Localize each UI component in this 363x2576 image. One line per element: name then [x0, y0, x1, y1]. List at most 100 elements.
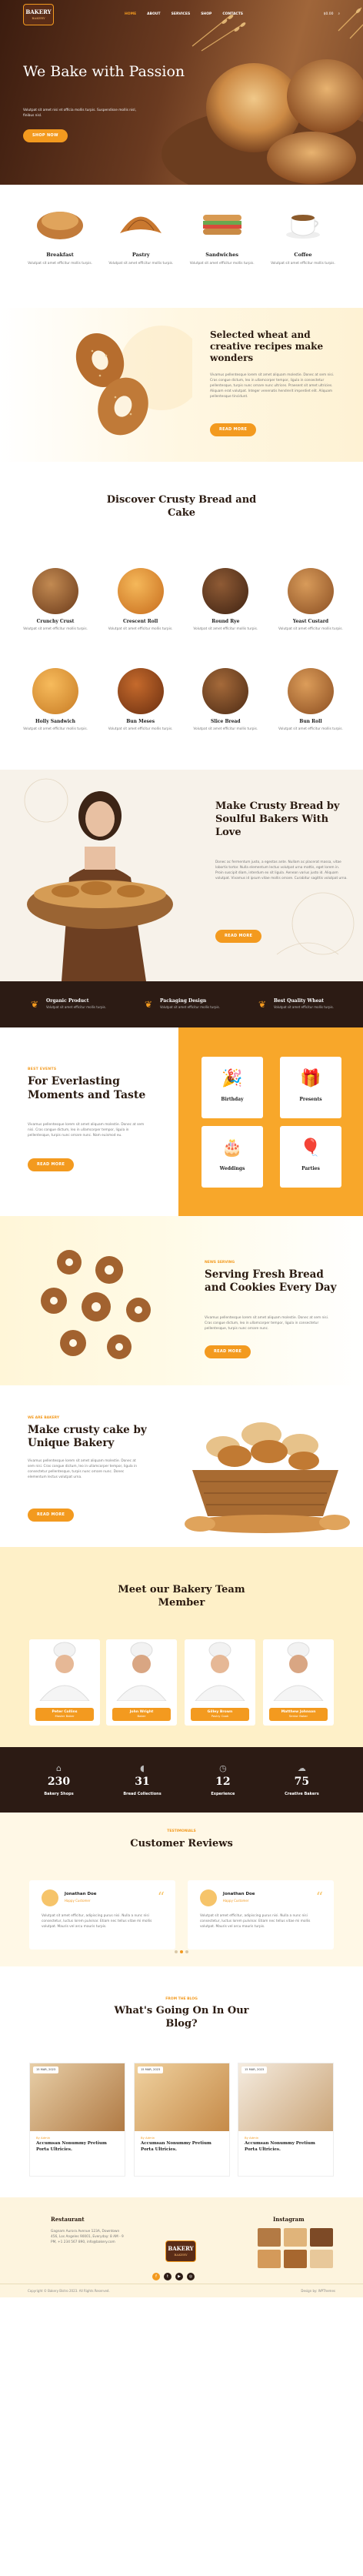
twitter-icon[interactable]: t — [164, 2273, 172, 2280]
instagram-photo[interactable] — [258, 2228, 281, 2247]
cart-widget[interactable]: $0.00 ⌕ — [324, 12, 340, 17]
category-card-pastry[interactable]: Pastry Volutpat sit amet efficitur molli… — [104, 202, 178, 291]
category-card-breakfast[interactable]: Breakfast Volutpat sit amet efficitur mo… — [23, 202, 97, 291]
product-slice-bread[interactable]: Slice Bread Volutpat sit amet efficitur m… — [187, 668, 264, 733]
blog-post-card[interactable]: 15 MAR, 2023 By Admin Accumsan Nonummy P… — [238, 2063, 334, 2177]
nav-item-shop[interactable]: SHOP — [201, 12, 211, 17]
post-meta: By Admin — [36, 2136, 51, 2140]
review-card: Jonathan Doe Happy Customer “ Volutpat si… — [188, 1880, 334, 1950]
product-name: Holly Sandwich — [35, 719, 76, 724]
stat-shops: ⌂ 230 Bakery Shops — [44, 1762, 73, 1798]
discover-title: Discover Crusty Bread and Cake — [106, 494, 257, 519]
features-bar: ❦ Organic Product Volutpat sit amet effici… — [0, 981, 363, 1027]
product-holly-sandwich[interactable]: Holly Sandwich Volutpat sit amet efficitu… — [17, 668, 94, 733]
search-icon[interactable]: ⌕ — [338, 12, 340, 17]
product-name: Bun Meses — [126, 719, 155, 724]
facebook-icon[interactable]: f — [152, 2273, 160, 2280]
product-crescent-roll[interactable]: Crescent Roll Volutpat sit amet efficitur… — [102, 568, 179, 633]
carousel-dots — [0, 1950, 363, 1956]
team-member-card[interactable]: John Wright Baker — [106, 1639, 177, 1726]
product-crunchy-crust[interactable]: Crunchy Crust Volutpat sit amet efficitur… — [17, 568, 94, 633]
event-tile-weddings[interactable]: 🎂 Weddings — [201, 1126, 263, 1188]
youtube-icon[interactable]: ▶ — [175, 2273, 183, 2280]
post-date: 15 MAR, 2023 — [241, 2066, 268, 2074]
category-text: Volutpat sit amet efficitur mollis turpi… — [189, 262, 255, 266]
instagram-photo[interactable] — [284, 2250, 307, 2268]
shop-now-button[interactable]: SHOP NOW — [23, 129, 68, 142]
wheat-title: Selected wheat and creative recipes make… — [210, 329, 324, 363]
team-member-card[interactable]: Matthew Johnson Senior Baker — [263, 1639, 334, 1726]
events-section: BEST EVENTS For Everlasting Moments and … — [0, 1027, 363, 1216]
wheat-read-more-button[interactable]: READ MORE — [210, 423, 257, 436]
product-text: Volutpat sit amet efficitur mollis turpi… — [278, 627, 343, 632]
product-bun-meses[interactable]: Bun Meses Volutpat sit amet efficitur mol… — [102, 668, 179, 733]
crusty-cake-section: WE ARE BAKERY Make crusty cake by Unique… — [0, 1385, 363, 1547]
brand-logo[interactable]: BAKERY BAKERY — [23, 4, 54, 25]
bread-row-1: Crunchy Crust Volutpat sit amet efficitur… — [17, 568, 349, 633]
serving-section: NEWS SERVING Serving Fresh Bread and Coo… — [0, 1216, 363, 1385]
team-member-card[interactable]: Gilley Brown Pastry Cook — [185, 1639, 255, 1726]
product-name: Yeast Custard — [292, 619, 329, 624]
instagram-gallery — [258, 2228, 335, 2268]
instagram-photo[interactable] — [310, 2250, 333, 2268]
chef-photo — [185, 1639, 255, 1702]
carousel-dot-active[interactable] — [180, 1950, 183, 1953]
event-tile-presents[interactable]: 🎁 Presents — [280, 1057, 341, 1118]
copyright-bar: Copyright © Bakery Bistro 2023. All Righ… — [0, 2284, 363, 2297]
sandwich-image — [185, 202, 259, 244]
blog-post-card[interactable]: 15 MAR, 2023 By Admin Accumsan Nonummy P… — [29, 2063, 125, 2177]
cookies-image — [41, 1250, 151, 1359]
chef-photo — [263, 1639, 334, 1702]
category-title: Breakfast — [46, 252, 74, 258]
post-title[interactable]: Accumsan Nonummy Pretium Porta Ultricies… — [30, 2141, 125, 2153]
product-yeast-custard[interactable]: Yeast Custard Volutpat sit amet efficitur… — [272, 568, 349, 633]
team-title: Meet our Bakery Team Member — [118, 1584, 245, 1609]
instagram-photo[interactable] — [258, 2250, 281, 2268]
product-bun-roll[interactable]: Bun Roll Volutpat sit amet efficitur moll… — [272, 668, 349, 733]
carousel-dot[interactable] — [185, 1950, 188, 1953]
nav-item-home[interactable]: HOME — [125, 12, 136, 17]
nav-item-contacts[interactable]: CONTACTS — [222, 12, 243, 17]
bread-image — [287, 668, 334, 714]
category-card-coffee[interactable]: Coffee Volutpat sit amet efficitur molli… — [266, 202, 340, 291]
post-title[interactable]: Accumsan Nonummy Pretium Porta Ultricies… — [135, 2141, 229, 2153]
team-section: Meet our Bakery Team Member Peter Collin… — [0, 1547, 363, 1747]
category-text: Volutpat sit amet efficitur mollis turpi… — [108, 262, 174, 266]
member-name-badge: John Wright Baker — [112, 1708, 171, 1721]
instagram-photo[interactable] — [284, 2228, 307, 2247]
crusty-read-more-button[interactable]: READ MORE — [28, 1509, 75, 1522]
reviewer-name: Jonathan Doe — [222, 1891, 255, 1896]
team-member-card[interactable]: Peter Collins Master Baker — [29, 1639, 100, 1726]
serving-read-more-button[interactable]: READ MORE — [205, 1345, 251, 1358]
post-title[interactable]: Accumsan Nonummy Pretium Porta Ultricies… — [238, 2141, 333, 2153]
nav-item-about[interactable]: ABOUT — [147, 12, 160, 17]
wheat-icon: ❦ — [30, 999, 38, 1010]
post-date: 15 MAR, 2023 — [138, 2066, 164, 2074]
stat-experience: ◷ 12 Experience — [211, 1762, 235, 1798]
events-read-more-button[interactable]: READ MORE — [28, 1158, 75, 1171]
footer-logo[interactable]: BAKERY BAKERY — [165, 2240, 196, 2262]
product-text: Volutpat sit amet efficitur mollis turpi… — [193, 627, 258, 632]
nav-item-services[interactable]: SERVICES — [172, 12, 191, 17]
copyright-text: Copyright © Bakery Bistro 2023. All Righ… — [28, 2288, 110, 2293]
product-name: Bun Roll — [299, 719, 322, 724]
baker-read-more-button[interactable]: READ MORE — [215, 930, 262, 943]
bread-image — [202, 668, 249, 714]
balloons-icon: 🎈 — [300, 1138, 321, 1158]
instagram-icon[interactable]: ◎ — [187, 2273, 195, 2280]
product-name: Slice Bread — [211, 719, 241, 724]
tile-label: Presents — [299, 1097, 322, 1102]
stat-value: 75 — [294, 1775, 310, 1788]
product-text: Volutpat sit amet efficitur mollis turpi… — [23, 727, 88, 732]
event-tile-parties[interactable]: 🎈 Parties — [280, 1126, 341, 1188]
product-round-rye[interactable]: Round Rye Volutpat sit amet efficitur mol… — [187, 568, 264, 633]
footer-instagram-heading: Instagram — [273, 2216, 305, 2223]
bread-image — [117, 568, 164, 614]
instagram-photo[interactable] — [310, 2228, 333, 2247]
product-text: Volutpat sit amet efficitur mollis turpi… — [193, 727, 258, 732]
bread-image — [32, 568, 78, 614]
event-tile-birthday[interactable]: 🎉 Birthday — [201, 1057, 263, 1118]
blog-post-card[interactable]: 15 MAR, 2023 By Admin Accumsan Nonummy P… — [134, 2063, 230, 2177]
carousel-dot[interactable] — [175, 1950, 178, 1953]
category-card-sandwiches[interactable]: Sandwiches Volutpat sit amet efficitur m… — [185, 202, 259, 291]
